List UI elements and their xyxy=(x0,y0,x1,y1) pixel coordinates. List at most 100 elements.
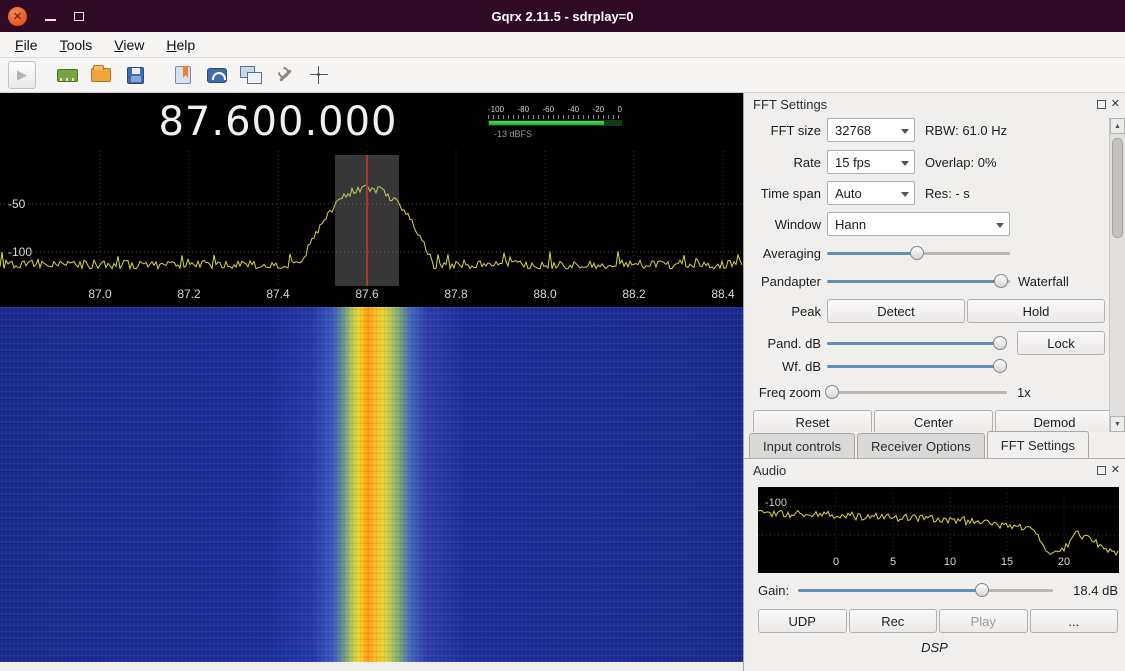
fft-size-value: 32768 xyxy=(835,123,871,138)
res-text: Res: - s xyxy=(925,186,970,201)
audio-x-label: 0 xyxy=(824,556,848,568)
remote-control-button[interactable] xyxy=(234,60,268,90)
rbw-text: RBW: 61.0 Hz xyxy=(925,123,1007,138)
window-combo[interactable]: Hann xyxy=(827,212,1010,236)
play-glyph: ▶ xyxy=(17,67,27,83)
pandapter-label: Pandapter xyxy=(744,274,827,289)
peak-hold-button[interactable]: Hold xyxy=(967,299,1105,323)
chevron-down-icon xyxy=(901,192,909,197)
lock-button[interactable]: Lock xyxy=(1017,331,1105,355)
center-button[interactable]: Center xyxy=(874,410,993,432)
audio-x-label: 15 xyxy=(995,556,1019,568)
window-close-button[interactable]: ✕ xyxy=(8,7,27,26)
fft-dock-header: FFT Settings ✕ xyxy=(744,93,1125,115)
rate-row: Rate 15 fps Overlap: 0% xyxy=(744,150,1107,174)
menu-file[interactable]: File xyxy=(4,33,49,57)
pand-db-label: Pand. dB xyxy=(744,336,827,351)
waterfall-display[interactable] xyxy=(0,307,743,662)
center-frequency-button[interactable] xyxy=(302,60,336,90)
slider-handle[interactable] xyxy=(994,274,1008,288)
fft-size-combo[interactable]: 32768 xyxy=(827,118,915,142)
chevron-down-icon xyxy=(901,161,909,166)
titlebar: ✕ Gqrx 2.11.5 - sdrplay=0 xyxy=(0,0,1125,32)
menu-help[interactable]: Help xyxy=(155,33,206,57)
gqrx-window: ✕ Gqrx 2.11.5 - sdrplay=0 File Tools Vie… xyxy=(0,0,1125,671)
scrollbar-thumb[interactable] xyxy=(1112,138,1123,238)
spectrum-panel[interactable]: 87.600.000 -100 -80 -60 -40 -20 0 -13 dB… xyxy=(0,93,743,307)
more-options-button[interactable]: ... xyxy=(1030,609,1119,633)
rec-button[interactable]: Rec xyxy=(849,609,938,633)
tuned-frequency-line xyxy=(366,155,368,286)
slider-handle[interactable] xyxy=(993,359,1007,373)
receiver-display-area: 87.600.000 -100 -80 -60 -40 -20 0 -13 dB… xyxy=(0,93,743,671)
freq-zoom-slider[interactable] xyxy=(827,383,1007,401)
audio-x-label: 10 xyxy=(938,556,962,568)
displays-icon xyxy=(240,66,262,84)
fft-scrollbar[interactable]: ▲ ▼ xyxy=(1109,118,1125,432)
wf-db-slider[interactable] xyxy=(827,357,1007,375)
meter-bar-fill xyxy=(489,121,604,125)
dsp-tools-button[interactable] xyxy=(268,60,302,90)
dock-float-icon[interactable] xyxy=(1097,100,1106,109)
peak-detect-button[interactable]: Detect xyxy=(827,299,965,323)
audio-y-label: -100 xyxy=(765,497,787,509)
close-icon: ✕ xyxy=(13,10,22,23)
slider-handle[interactable] xyxy=(993,336,1007,350)
gain-row: Gain: 18.4 dB xyxy=(758,580,1118,600)
averaging-slider[interactable] xyxy=(827,244,1010,262)
frequency-display[interactable]: 87.600.000 xyxy=(128,99,428,145)
audio-buttons-row: UDP Rec Play ... xyxy=(758,609,1118,633)
dock-tabbar: Input controls Receiver Options FFT Sett… xyxy=(744,432,1125,459)
dock-close-icon[interactable]: ✕ xyxy=(1111,465,1120,476)
fft-dock-title: FFT Settings xyxy=(753,97,827,112)
demod-button[interactable]: Demod xyxy=(995,410,1114,432)
audio-dock-title: Audio xyxy=(753,463,786,478)
tab-receiver-options[interactable]: Receiver Options xyxy=(857,433,985,458)
chevron-down-icon xyxy=(901,129,909,134)
scroll-down-icon[interactable]: ▼ xyxy=(1110,416,1125,432)
dock-close-icon[interactable]: ✕ xyxy=(1111,99,1120,110)
pandapter-split-slider[interactable] xyxy=(827,272,1010,290)
audio-dock: Audio ✕ -100 0 5 10 15 20 Gain: xyxy=(744,459,1125,671)
slider-handle[interactable] xyxy=(825,385,839,399)
menu-tools[interactable]: Tools xyxy=(49,33,104,57)
audio-x-label: 5 xyxy=(881,556,905,568)
spectrum-x-label: 87.8 xyxy=(439,287,473,301)
window-maximize-button[interactable] xyxy=(74,12,84,21)
bookmark-button[interactable] xyxy=(166,60,200,90)
freq-zoom-value: 1x xyxy=(1017,385,1031,400)
window-value: Hann xyxy=(835,217,866,232)
tab-fft-settings[interactable]: FFT Settings xyxy=(987,431,1089,458)
tab-input-controls[interactable]: Input controls xyxy=(749,433,855,458)
meter-tick: -20 xyxy=(593,105,605,114)
gain-value: 18.4 dB xyxy=(1073,583,1118,598)
time-span-combo[interactable]: Auto xyxy=(827,181,915,205)
zoom-buttons-row: Reset Center Demod xyxy=(753,410,1107,432)
freq-zoom-label: Freq zoom xyxy=(744,385,827,400)
start-dsp-play-icon[interactable]: ▶ xyxy=(8,61,36,89)
open-file-button[interactable] xyxy=(84,60,118,90)
device-chip-icon xyxy=(57,69,78,82)
save-icon xyxy=(127,67,144,84)
scroll-up-icon[interactable]: ▲ xyxy=(1110,118,1125,134)
audio-x-label: 20 xyxy=(1052,556,1076,568)
reset-button[interactable]: Reset xyxy=(753,410,872,432)
slider-handle[interactable] xyxy=(910,246,924,260)
window-minimize-button[interactable] xyxy=(45,19,56,21)
save-file-button[interactable] xyxy=(118,60,152,90)
time-span-row: Time span Auto Res: - s xyxy=(744,181,1107,205)
peak-row: Peak Detect Hold xyxy=(744,299,1107,323)
control-panel: FFT Settings ✕ FFT size 32768 RBW: 61.0 … xyxy=(743,93,1125,671)
signal-meter-button[interactable] xyxy=(200,60,234,90)
slider-handle[interactable] xyxy=(975,583,989,597)
pand-db-slider[interactable] xyxy=(827,334,1007,352)
dock-float-icon[interactable] xyxy=(1097,466,1106,475)
udp-button[interactable]: UDP xyxy=(758,609,847,633)
spectrum-x-label: 87.0 xyxy=(83,287,117,301)
rate-combo[interactable]: 15 fps xyxy=(827,150,915,174)
play-button[interactable]: Play xyxy=(939,609,1028,633)
menu-view[interactable]: View xyxy=(103,33,155,57)
averaging-row: Averaging xyxy=(744,244,1107,262)
audio-gain-slider[interactable] xyxy=(798,581,1053,599)
device-config-button[interactable] xyxy=(50,60,84,90)
